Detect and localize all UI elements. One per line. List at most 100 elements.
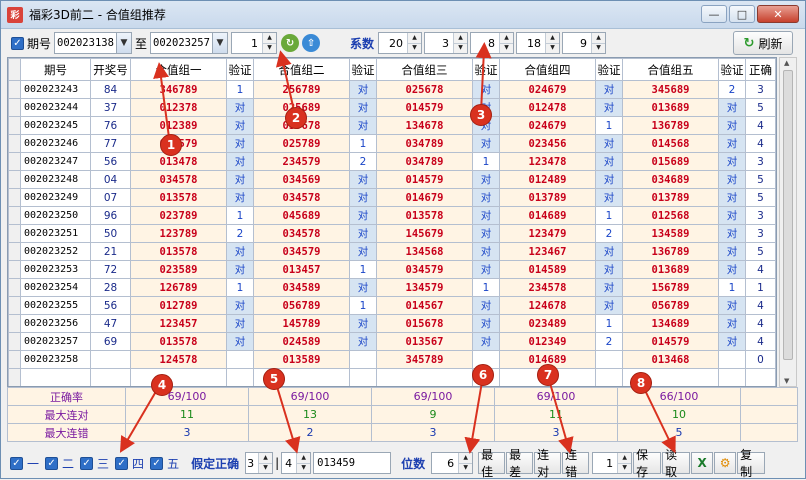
group-checkbox[interactable]: ✓ bbox=[10, 456, 23, 470]
table-row[interactable]: 002023258 124578 013589 345789 014689 013468 0 bbox=[8, 350, 776, 369]
scroll-down-icon[interactable]: ▼ bbox=[784, 377, 789, 385]
refresh-button[interactable]: ↻ 刷新 bbox=[733, 31, 793, 55]
table-row[interactable]: 002023255 56 012789 对 056789 1 014567 对 124678 对 0… bbox=[8, 296, 776, 315]
table-row[interactable]: 002023257 69 013578 对 024589 对 013567 对 012349 2 0… bbox=[8, 332, 776, 351]
vertical-scrollbar[interactable]: ▲ ▼ bbox=[779, 57, 797, 387]
save-button[interactable]: 保存 bbox=[633, 448, 662, 479]
prev-button[interactable]: ↻ bbox=[281, 34, 300, 52]
verify-cell: 对 bbox=[718, 170, 746, 189]
period-label: 期号 bbox=[27, 36, 52, 51]
stepper-up-icon[interactable]: ▲ bbox=[263, 33, 277, 44]
table-row[interactable]: 00202324576012389对035678对134678对02467911… bbox=[8, 116, 776, 135]
coeff-stepper-1[interactable]: 20 ▲ ▼ bbox=[378, 32, 423, 54]
column-header[interactable]: 合值组一 bbox=[130, 58, 227, 81]
stepper-up-icon[interactable]: ▲ bbox=[408, 33, 422, 44]
period-checkbox[interactable]: ✓ bbox=[11, 36, 24, 50]
column-header[interactable]: 合值组三 bbox=[376, 58, 473, 81]
stepper-down-icon[interactable]: ▼ bbox=[592, 43, 606, 53]
scroll-up-icon[interactable]: ▲ bbox=[784, 59, 789, 67]
stepper-down-icon[interactable]: ▼ bbox=[297, 463, 311, 473]
from-period-combo[interactable]: 002023138 ▼ bbox=[54, 32, 133, 54]
table-row[interactable]: 002023249 07 013578 对 034578 对 014679 对 013789 对 0… bbox=[8, 188, 776, 207]
table-row[interactable]: 002023254 28 126789 1 034589 对 134579 1 234578 对 1… bbox=[8, 278, 776, 297]
to-period-combo[interactable]: 002023257 ▼ bbox=[150, 32, 229, 54]
assume-stepper-2[interactable]: 4 ▲ ▼ bbox=[281, 452, 312, 474]
table-row[interactable]: 00202324437012378对025689对014579对012478对0… bbox=[8, 98, 776, 117]
stepper-up-icon[interactable]: ▲ bbox=[259, 453, 273, 464]
chevron-down-icon[interactable]: ▼ bbox=[115, 33, 132, 53]
table-row[interactable]: 002023243 84 346789 1 256789 对 025678 对 024679 对 3… bbox=[8, 80, 776, 99]
settings-button[interactable]: ⚙ bbox=[714, 452, 737, 474]
column-header[interactable]: 验证 bbox=[595, 58, 623, 81]
scroll-thumb[interactable] bbox=[783, 70, 793, 360]
table-row[interactable]: 002023251 50 123789 2 034578 对 145679 对 123479 2 1… bbox=[8, 224, 776, 243]
digits-stepper[interactable]: 6 ▲ ▼ bbox=[431, 452, 474, 474]
read-button[interactable]: 读取 bbox=[662, 448, 691, 479]
table-row[interactable]: 002023256 47 123457 对 145789 对 015678 对 023489 1 1… bbox=[8, 314, 776, 333]
blank-cell bbox=[90, 368, 131, 386]
group-checkbox[interactable]: ✓ bbox=[150, 456, 164, 470]
column-header[interactable]: 验证 bbox=[718, 58, 746, 81]
results-grid[interactable]: 期号 开奖号 合值组一 验证 合值组二 验证 合值组三 验证 合值组四 验证 合值组五 验证 正确 00… bbox=[7, 57, 777, 387]
copy-button[interactable]: 复制 bbox=[737, 448, 766, 479]
stepper-down-icon[interactable]: ▼ bbox=[546, 43, 560, 53]
coeff-stepper-2[interactable]: 3 ▲ ▼ bbox=[424, 32, 469, 54]
best-button[interactable]: 最佳 bbox=[478, 448, 506, 479]
column-header[interactable]: 合值组四 bbox=[499, 58, 596, 81]
verify-cell: 对 bbox=[718, 296, 746, 315]
custom-digits-input[interactable]: 013459 bbox=[313, 452, 392, 474]
verify-cell: 对 bbox=[718, 116, 746, 135]
group-checkbox[interactable]: ✓ bbox=[80, 456, 94, 470]
worst-button[interactable]: 最差 bbox=[506, 448, 534, 479]
group-checkbox[interactable]: ✓ bbox=[115, 456, 129, 470]
close-button[interactable]: ✕ bbox=[757, 5, 799, 23]
stepper-down-icon[interactable]: ▼ bbox=[618, 463, 632, 473]
coeff-stepper-4[interactable]: 18 ▲ ▼ bbox=[516, 32, 561, 54]
verify-cell: 对 bbox=[472, 242, 500, 261]
column-header[interactable]: 合值组二 bbox=[253, 58, 350, 81]
stepper-up-icon[interactable]: ▲ bbox=[459, 453, 473, 464]
maximize-button[interactable]: □ bbox=[729, 5, 755, 23]
next-button[interactable]: ⇧ bbox=[302, 34, 321, 52]
step-stepper[interactable]: 1 ▲ ▼ bbox=[231, 32, 278, 54]
stepper-down-icon[interactable]: ▼ bbox=[500, 43, 514, 53]
column-header[interactable]: 验证 bbox=[226, 58, 254, 81]
excel-button[interactable]: X bbox=[691, 452, 714, 474]
stepper-up-icon[interactable]: ▲ bbox=[618, 453, 632, 464]
verify-cell: 对 bbox=[472, 314, 500, 333]
table-row[interactable]: 002023250 96 023789 1 045689 对 013578 对 014689 1 0… bbox=[8, 206, 776, 225]
stepper-down-icon[interactable]: ▼ bbox=[408, 43, 422, 53]
draw-cell: 84 bbox=[90, 80, 131, 99]
coeff-stepper-3[interactable]: 8 ▲ ▼ bbox=[470, 32, 515, 54]
table-row[interactable]: 002023253 72 023589 对 013457 1 034579 对 014589 对 0… bbox=[8, 260, 776, 279]
column-header[interactable]: 验证 bbox=[472, 58, 500, 81]
column-header[interactable]: 开奖号 bbox=[90, 58, 131, 81]
column-header[interactable]: 验证 bbox=[349, 58, 377, 81]
table-row[interactable]: 00202324677034579对0257891034789对023456对0… bbox=[8, 134, 776, 153]
streak-miss-button[interactable]: 连错 bbox=[562, 448, 590, 479]
save-slot-stepper[interactable]: 1 ▲ ▼ bbox=[592, 452, 633, 474]
column-header[interactable]: 正确 bbox=[745, 58, 776, 81]
stepper-down-icon[interactable]: ▼ bbox=[459, 463, 473, 473]
stepper-down-icon[interactable]: ▼ bbox=[454, 43, 468, 53]
blank-cell bbox=[8, 368, 21, 386]
stepper-up-icon[interactable]: ▲ bbox=[592, 33, 606, 44]
group-checkbox[interactable]: ✓ bbox=[45, 456, 59, 470]
assume-stepper[interactable]: 3 ▲ ▼ bbox=[245, 452, 274, 474]
stepper-down-icon[interactable]: ▼ bbox=[263, 43, 277, 53]
minimize-button[interactable]: — bbox=[701, 5, 727, 23]
table-row[interactable]: 002023248 04 034578 对 034569 对 014579 对 012489 对 0… bbox=[8, 170, 776, 189]
column-header[interactable]: 合值组五 bbox=[622, 58, 719, 81]
table-row[interactable]: 002023252 21 013578 对 034579 对 134568 对 123467 对 1… bbox=[8, 242, 776, 261]
stepper-up-icon[interactable]: ▲ bbox=[454, 33, 468, 44]
coeff-stepper-5[interactable]: 9 ▲ ▼ bbox=[562, 32, 607, 54]
table-row[interactable]: 002023247 56 013478 对 234579 2 034789 1 123478 对 0… bbox=[8, 152, 776, 171]
verify-cell: 对 bbox=[595, 98, 623, 117]
stepper-up-icon[interactable]: ▲ bbox=[500, 33, 514, 44]
column-header[interactable]: 期号 bbox=[20, 58, 91, 81]
stepper-up-icon[interactable]: ▲ bbox=[297, 453, 311, 464]
stepper-down-icon[interactable]: ▼ bbox=[259, 463, 273, 473]
streak-hit-button[interactable]: 连对 bbox=[534, 448, 562, 479]
stepper-up-icon[interactable]: ▲ bbox=[546, 33, 560, 44]
chevron-down-icon[interactable]: ▼ bbox=[211, 33, 228, 53]
